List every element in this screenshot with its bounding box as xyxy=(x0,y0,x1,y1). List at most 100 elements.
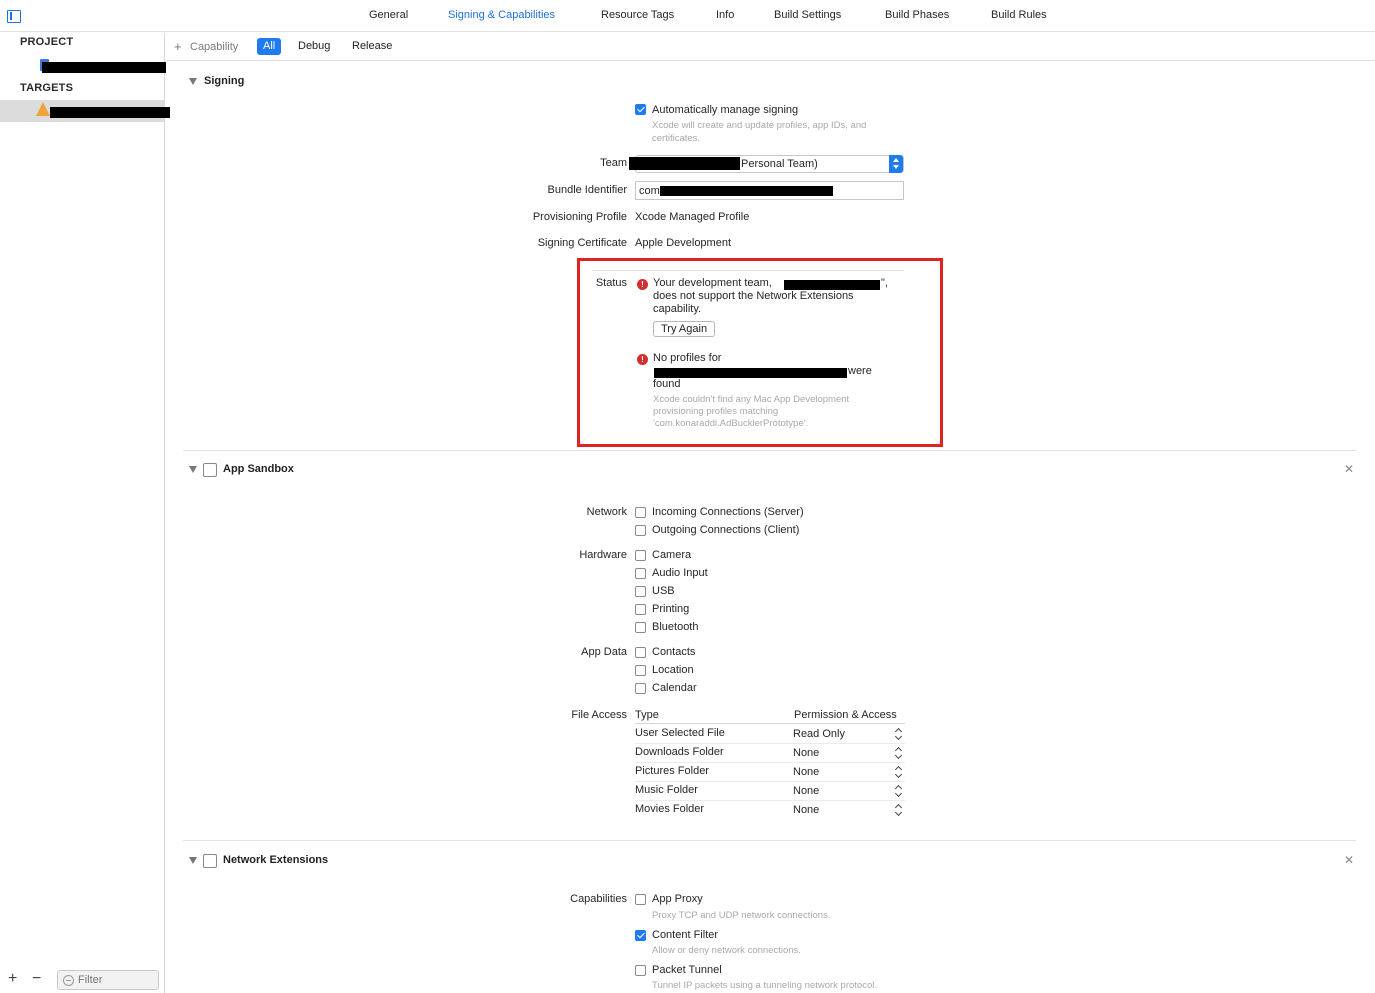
file-access-header-rule xyxy=(635,723,905,724)
app-proxy-checkbox[interactable] xyxy=(635,894,646,905)
redacted-bundle-id xyxy=(660,186,833,196)
usb-checkbox[interactable] xyxy=(635,586,646,597)
incoming-connections-checkbox[interactable] xyxy=(635,507,646,518)
project-target-sidebar: PROJECT TARGETS + − xyxy=(0,33,170,993)
team-label: Team xyxy=(600,157,627,169)
section-divider xyxy=(183,450,1356,451)
filter-field[interactable] xyxy=(57,970,159,990)
tab-general[interactable]: General xyxy=(369,9,408,21)
section-divider xyxy=(183,840,1356,841)
network-label: Network xyxy=(586,506,627,518)
auto-manage-signing-label: Automatically manage signing xyxy=(652,104,799,116)
target-item[interactable] xyxy=(0,100,170,122)
app-target-icon xyxy=(36,102,50,116)
audio-input-checkbox[interactable] xyxy=(635,568,646,579)
packet-tunnel-hint: Tunnel IP packets using a tunneling netw… xyxy=(652,980,877,991)
file-access-permission-popup[interactable]: Read Only xyxy=(793,728,905,743)
error2-line3: found xyxy=(653,378,681,390)
file-access-type: Music Folder xyxy=(635,784,698,796)
stepper-arrows-icon xyxy=(896,728,903,740)
app-sandbox-title: App Sandbox xyxy=(223,463,294,475)
add-target-button[interactable]: + xyxy=(8,970,17,988)
error-icon: ! xyxy=(637,279,648,290)
file-access-row: User Selected File Read Only xyxy=(635,725,905,744)
project-item[interactable] xyxy=(0,55,166,77)
try-again-button[interactable]: Try Again xyxy=(653,321,716,337)
contacts-checkbox[interactable] xyxy=(635,647,646,658)
file-access-type: User Selected File xyxy=(635,727,725,739)
sandbox-icon xyxy=(203,463,217,477)
signing-certificate-label: Signing Certificate xyxy=(537,237,627,249)
camera-label: Camera xyxy=(652,549,692,561)
error-icon: ! xyxy=(637,354,648,365)
tab-build-rules[interactable]: Build Rules xyxy=(991,9,1047,21)
tab-info[interactable]: Info xyxy=(716,9,734,21)
plus-icon[interactable]: + xyxy=(174,39,182,54)
file-access-row: Movies Folder None xyxy=(635,801,905,820)
capability-toolbar: + Capability All Debug Release xyxy=(166,33,1375,61)
add-capability-button[interactable]: Capability xyxy=(190,41,238,53)
provisioning-profile-value: Xcode Managed Profile xyxy=(635,211,750,223)
file-access-permission-popup[interactable]: None xyxy=(793,785,905,800)
app-proxy-label: App Proxy xyxy=(652,893,703,905)
error1-line1-end: ", xyxy=(881,277,888,289)
bluetooth-checkbox[interactable] xyxy=(635,622,646,633)
segment-release[interactable]: Release xyxy=(346,38,398,55)
editor-tab-bar: General Signing & Capabilities Resource … xyxy=(0,0,1375,32)
tab-signing-capabilities[interactable]: Signing & Capabilities xyxy=(448,9,555,21)
remove-capability-close-icon[interactable]: ✕ xyxy=(1344,853,1354,867)
signing-title: Signing xyxy=(204,75,245,87)
segment-all[interactable]: All xyxy=(257,38,282,55)
calendar-checkbox[interactable] xyxy=(635,683,646,694)
outgoing-connections-checkbox[interactable] xyxy=(635,525,646,536)
provisioning-profile-label: Provisioning Profile xyxy=(532,211,627,223)
network-extensions-disclosure-triangle[interactable] xyxy=(189,857,197,864)
network-extensions-title: Network Extensions xyxy=(223,854,329,866)
printing-checkbox[interactable] xyxy=(635,604,646,615)
error1-line3: capability. xyxy=(653,303,702,315)
remove-target-button[interactable]: − xyxy=(32,970,41,988)
redacted-target-name xyxy=(50,107,170,118)
file-access-label: File Access xyxy=(571,709,627,721)
auto-manage-signing-checkbox[interactable] xyxy=(635,104,646,115)
contacts-label: Contacts xyxy=(652,646,696,658)
packet-tunnel-label: Packet Tunnel xyxy=(652,964,722,976)
redacted-team-name xyxy=(629,157,740,170)
tab-build-phases[interactable]: Build Phases xyxy=(885,9,949,21)
filter-icon xyxy=(63,975,74,986)
stepper-arrows-icon xyxy=(896,766,903,778)
tab-build-settings[interactable]: Build Settings xyxy=(774,9,841,21)
permission-value: Read Only xyxy=(793,728,845,740)
error2-line2-end: were xyxy=(848,365,872,377)
incoming-connections-label: Incoming Connections (Server) xyxy=(652,506,804,518)
app-proxy-hint: Proxy TCP and UDP network connections. xyxy=(652,910,831,921)
location-checkbox[interactable] xyxy=(635,665,646,676)
remove-capability-close-icon[interactable]: ✕ xyxy=(1344,462,1354,476)
camera-checkbox[interactable] xyxy=(635,550,646,561)
permission-value: None xyxy=(793,747,820,759)
filter-input[interactable] xyxy=(78,974,156,986)
usb-label: USB xyxy=(652,585,675,597)
content-filter-hint: Allow or deny network connections. xyxy=(652,945,801,956)
file-access-permission-popup[interactable]: None xyxy=(793,747,905,762)
file-access-permission-popup[interactable]: None xyxy=(793,766,905,781)
app-sandbox-disclosure-triangle[interactable] xyxy=(189,466,197,473)
audio-input-label: Audio Input xyxy=(652,567,708,579)
project-header: PROJECT xyxy=(20,36,74,48)
printing-label: Printing xyxy=(652,603,690,615)
sidebar-footer: + − xyxy=(0,967,164,993)
status-label: Status xyxy=(595,277,627,289)
file-access-row: Downloads Folder None xyxy=(635,744,905,763)
file-access-type-header: Type xyxy=(635,709,659,721)
segment-debug[interactable]: Debug xyxy=(292,38,336,55)
signing-disclosure-triangle[interactable] xyxy=(189,78,197,85)
targets-header: TARGETS xyxy=(20,82,74,94)
calendar-label: Calendar xyxy=(652,682,697,694)
file-access-type: Pictures Folder xyxy=(635,765,709,777)
content-filter-checkbox[interactable] xyxy=(635,930,646,941)
sidebar-toggle-icon[interactable] xyxy=(7,10,21,23)
packet-tunnel-checkbox[interactable] xyxy=(635,965,646,976)
bundle-identifier-label: Bundle Identifier xyxy=(547,184,628,196)
file-access-permission-popup[interactable]: None xyxy=(793,804,905,819)
tab-resource-tags[interactable]: Resource Tags xyxy=(601,9,674,21)
